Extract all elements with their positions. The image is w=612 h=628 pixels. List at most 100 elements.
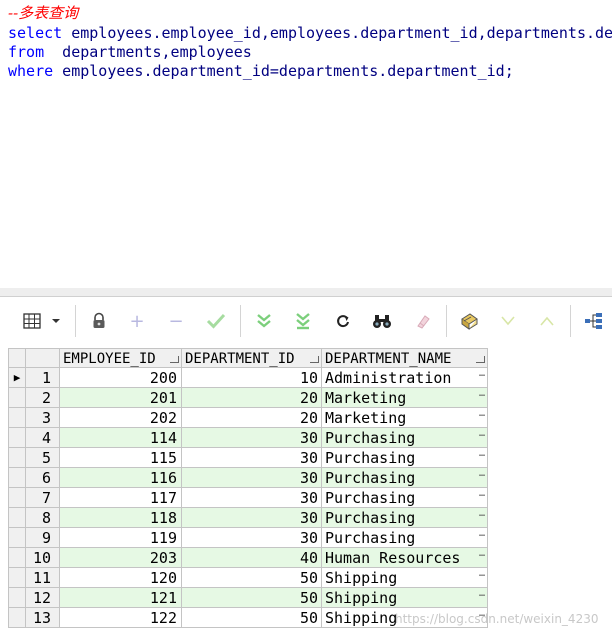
cell-editor-button[interactable]: … [479,568,485,580]
cell-editor-button[interactable]: … [479,588,485,600]
table-row[interactable]: 8 118 30 Purchasing… [8,508,488,528]
row-indicator[interactable] [8,588,26,608]
cell-department-id[interactable]: 50 [182,608,322,628]
cell-department-id[interactable]: 50 [182,568,322,588]
table-row[interactable]: 9 119 30 Purchasing… [8,528,488,548]
cell-editor-button[interactable]: … [479,488,485,500]
cell-editor-button[interactable]: … [479,508,485,520]
export-icon[interactable] [582,309,606,333]
table-row[interactable]: 11 120 50 Shipping… [8,568,488,588]
cell-employee-id[interactable]: 200 [60,368,182,388]
cell-department-name[interactable]: Shipping… [322,588,488,608]
row-indicator[interactable] [8,528,26,548]
cell-department-id[interactable]: 30 [182,488,322,508]
pane-splitter[interactable] [0,288,612,297]
cell-department-id[interactable]: 30 [182,508,322,528]
cell-department-id[interactable]: 30 [182,468,322,488]
row-indicator[interactable] [8,408,26,428]
cell-editor-button[interactable]: … [479,428,485,440]
cell-employee-id[interactable]: 119 [60,528,182,548]
row-number[interactable]: 10 [26,548,60,568]
cell-department-name[interactable]: Purchasing… [322,508,488,528]
column-header-employee-id[interactable]: EMPLOYEE_ID [60,348,182,368]
row-indicator[interactable] [8,448,26,468]
remove-icon[interactable]: − [164,309,188,333]
cell-department-name[interactable]: Purchasing… [322,428,488,448]
row-number[interactable]: 9 [26,528,60,548]
row-number[interactable]: 6 [26,468,60,488]
cell-department-id[interactable]: 20 [182,388,322,408]
row-indicator[interactable] [8,608,26,628]
cell-editor-button[interactable]: … [479,448,485,460]
table-row[interactable]: 12 121 50 Shipping… [8,588,488,608]
cell-employee-id[interactable]: 115 [60,448,182,468]
row-number[interactable]: 11 [26,568,60,588]
cell-department-id[interactable]: 50 [182,588,322,608]
cell-employee-id[interactable]: 201 [60,388,182,408]
cell-department-name[interactable]: Purchasing… [322,488,488,508]
cell-editor-button[interactable]: … [479,468,485,480]
row-indicator[interactable] [8,428,26,448]
cell-employee-id[interactable]: 203 [60,548,182,568]
row-indicator[interactable] [8,508,26,528]
cell-editor-button[interactable]: … [479,368,485,380]
add-icon[interactable]: + [125,309,149,333]
cell-department-name[interactable]: Purchasing… [322,468,488,488]
cell-department-id[interactable]: 20 [182,408,322,428]
row-indicator[interactable] [8,548,26,568]
table-row[interactable]: 10 203 40 Human Resources… [8,548,488,568]
cell-department-id[interactable]: 10 [182,368,322,388]
row-number[interactable]: 1 [26,368,60,388]
row-number[interactable]: 5 [26,448,60,468]
cell-editor-button[interactable]: … [479,548,485,560]
row-number[interactable]: 12 [26,588,60,608]
cell-employee-id[interactable]: 120 [60,568,182,588]
table-row[interactable]: ▶ 1 200 10 Administration… [8,368,488,388]
table-row[interactable]: 2 201 20 Marketing… [8,388,488,408]
row-indicator[interactable] [8,488,26,508]
fetch-all-icon[interactable] [291,309,315,333]
row-indicator[interactable] [8,568,26,588]
row-number[interactable]: 2 [26,388,60,408]
cell-employee-id[interactable]: 116 [60,468,182,488]
row-number[interactable]: 8 [26,508,60,528]
cell-department-name[interactable]: Purchasing… [322,448,488,468]
cell-department-name[interactable]: Purchasing… [322,528,488,548]
row-number[interactable]: 13 [26,608,60,628]
cell-department-name[interactable]: Human Resources… [322,548,488,568]
next-record-icon[interactable] [496,309,520,333]
cell-employee-id[interactable]: 117 [60,488,182,508]
table-row[interactable]: 6 116 30 Purchasing… [8,468,488,488]
row-indicator[interactable] [8,468,26,488]
row-indicator[interactable]: ▶ [8,368,26,388]
query-by-example-icon[interactable] [457,309,481,333]
previous-record-icon[interactable] [535,309,559,333]
cell-department-name[interactable]: Marketing… [322,408,488,428]
sql-editor[interactable]: --多表查询 select employees.employee_id,empl… [0,0,612,289]
clear-icon[interactable] [411,309,435,333]
cell-department-id[interactable]: 40 [182,548,322,568]
cell-department-id[interactable]: 30 [182,528,322,548]
cell-department-id[interactable]: 30 [182,428,322,448]
table-row[interactable]: 5 115 30 Purchasing… [8,448,488,468]
post-icon[interactable] [204,309,228,333]
cell-employee-id[interactable]: 122 [60,608,182,628]
cell-department-name[interactable]: Shipping… [322,568,488,588]
cell-editor-button[interactable]: … [479,408,485,420]
table-row[interactable]: 7 117 30 Purchasing… [8,488,488,508]
cell-employee-id[interactable]: 118 [60,508,182,528]
dropdown-arrow-icon[interactable] [49,309,63,333]
cell-department-name[interactable]: Marketing… [322,388,488,408]
cell-editor-button[interactable]: … [479,388,485,400]
cell-editor-button[interactable]: … [479,528,485,540]
cell-employee-id[interactable]: 202 [60,408,182,428]
lock-icon[interactable] [87,309,111,333]
fetch-next-icon[interactable] [252,309,276,333]
row-number[interactable]: 7 [26,488,60,508]
table-row[interactable]: 4 114 30 Purchasing… [8,428,488,448]
cell-department-id[interactable]: 30 [182,448,322,468]
row-indicator[interactable] [8,388,26,408]
table-row[interactable]: 3 202 20 Marketing… [8,408,488,428]
find-icon[interactable] [370,309,394,333]
column-header-department-id[interactable]: DEPARTMENT_ID [182,348,322,368]
